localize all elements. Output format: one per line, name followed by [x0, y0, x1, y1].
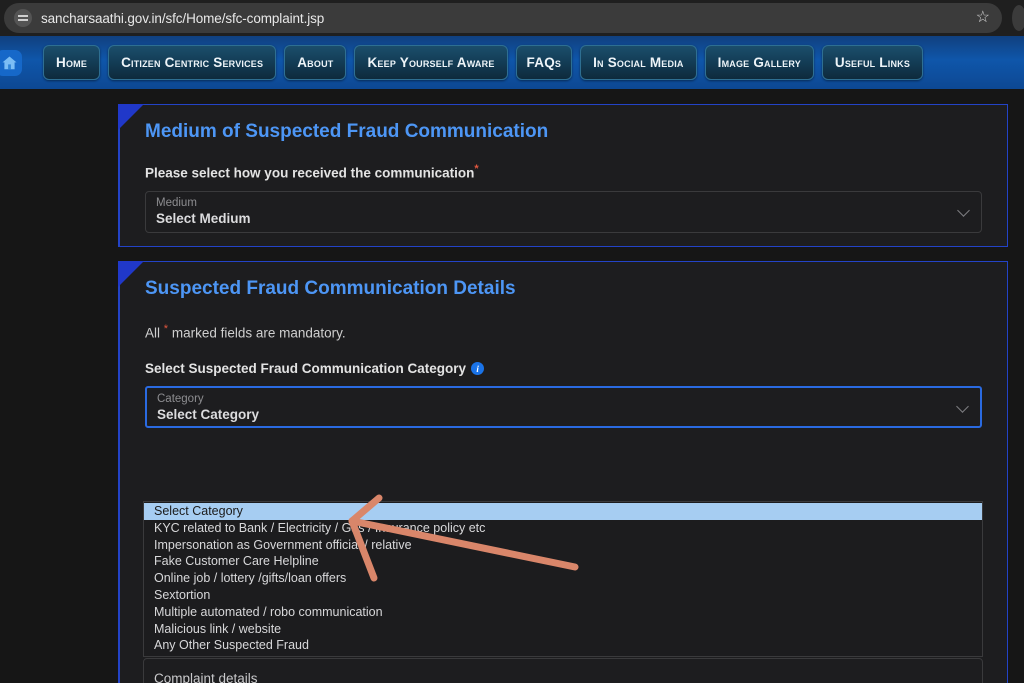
info-icon[interactable]: i	[471, 362, 485, 375]
category-select-value: Select Category	[157, 406, 260, 422]
dropdown-option-kyc-related[interactable]: KYC related to Bank / Electricity / Gas …	[144, 520, 982, 537]
panel-title: Suspected Fraud Communication Details	[145, 278, 516, 299]
mandatory-fields-note: All * marked fields are mandatory.	[120, 323, 1007, 341]
required-marker: *	[163, 323, 169, 335]
mandatory-note-suffix: marked fields are mandatory.	[171, 325, 346, 341]
browser-chrome: sancharsaathi.gov.in/sfc/Home/sfc-compla…	[0, 0, 1024, 36]
panel-title: Medium of Suspected Fraud Communication	[145, 121, 549, 142]
chrome-overflow-stub[interactable]	[1012, 5, 1024, 31]
nav-item-label: Useful Links	[834, 55, 911, 70]
complaint-details-placeholder: Complaint details	[154, 671, 258, 683]
dropdown-option-online-job-lottery[interactable]: Online job / lottery /gifts/loan offers	[144, 570, 982, 587]
medium-select-label: Medium	[156, 196, 197, 209]
nav-item-image-gallery[interactable]: Image Gallery	[704, 45, 814, 80]
nav-item-label: Citizen Centric Services	[121, 55, 264, 70]
dropdown-option-robo-communication[interactable]: Multiple automated / robo communication	[144, 604, 982, 621]
medium-select[interactable]: Medium Select Medium	[145, 190, 982, 233]
medium-select-value: Select Medium	[156, 210, 251, 226]
category-field-label-text: Select Suspected Fraud Communication Cat…	[145, 360, 467, 376]
nav-item-label: In Social Media	[593, 55, 684, 70]
nav-item-label: FAQs	[526, 55, 562, 70]
nav-item-citizen-centric-services[interactable]: Citizen Centric Services	[108, 45, 277, 80]
dropdown-option-fake-customer-care[interactable]: Fake Customer Care Helpline	[144, 553, 982, 570]
page-content: Medium of Suspected Fraud Communication …	[0, 89, 1024, 683]
dropdown-option-malicious-link[interactable]: Malicious link / website	[144, 621, 982, 638]
panel-medium-of-suspected-fraud-communication: Medium of Suspected Fraud Communication …	[118, 104, 1008, 247]
site-settings-icon[interactable]	[14, 9, 32, 27]
category-field-label: Select Suspected Fraud Communication Cat…	[120, 361, 1007, 376]
complaint-details-textarea[interactable]: Complaint details ◢	[143, 658, 983, 683]
nav-item-in-social-media[interactable]: In Social Media	[580, 45, 697, 80]
home-icon[interactable]	[0, 49, 22, 76]
corner-accent-icon	[118, 104, 144, 130]
nav-items: Home Citizen Centric Services About Keep…	[43, 45, 924, 80]
mandatory-note-prefix: All	[145, 325, 161, 341]
site-navigation-bar: Home Citizen Centric Services About Keep…	[0, 36, 1024, 89]
category-dropdown-list[interactable]: Select Category KYC related to Bank / El…	[143, 501, 983, 658]
dropdown-option-sextortion[interactable]: Sextortion	[144, 587, 982, 604]
category-select-label: Category	[157, 392, 204, 405]
required-marker: *	[474, 163, 479, 175]
nav-item-keep-yourself-aware[interactable]: Keep Yourself Aware	[354, 45, 508, 80]
dropdown-option-impersonation[interactable]: Impersonation as Government official / r…	[144, 537, 982, 554]
dropdown-option-any-other-fraud[interactable]: Any Other Suspected Fraud	[144, 637, 982, 654]
nav-item-faqs[interactable]: FAQs	[515, 45, 573, 80]
star-icon[interactable]: ☆	[976, 10, 990, 26]
medium-field-label: Please select how you received the commu…	[120, 163, 1007, 181]
nav-item-label: Home	[56, 55, 88, 70]
dropdown-option-select-category[interactable]: Select Category	[144, 503, 982, 520]
address-bar-url: sancharsaathi.gov.in/sfc/Home/sfc-compla…	[41, 10, 325, 26]
corner-accent-icon	[118, 261, 144, 287]
address-bar[interactable]: sancharsaathi.gov.in/sfc/Home/sfc-compla…	[4, 3, 1002, 33]
nav-item-about[interactable]: About	[284, 45, 347, 80]
medium-field-label-text: Please select how you received the commu…	[145, 165, 475, 181]
nav-item-useful-links[interactable]: Useful Links	[821, 45, 924, 80]
nav-item-label: About	[297, 55, 334, 70]
nav-item-label: Keep Yourself Aware	[367, 55, 495, 70]
nav-item-label: Image Gallery	[717, 55, 801, 70]
category-select[interactable]: Category Select Category	[145, 385, 982, 428]
nav-item-home[interactable]: Home	[43, 45, 101, 80]
